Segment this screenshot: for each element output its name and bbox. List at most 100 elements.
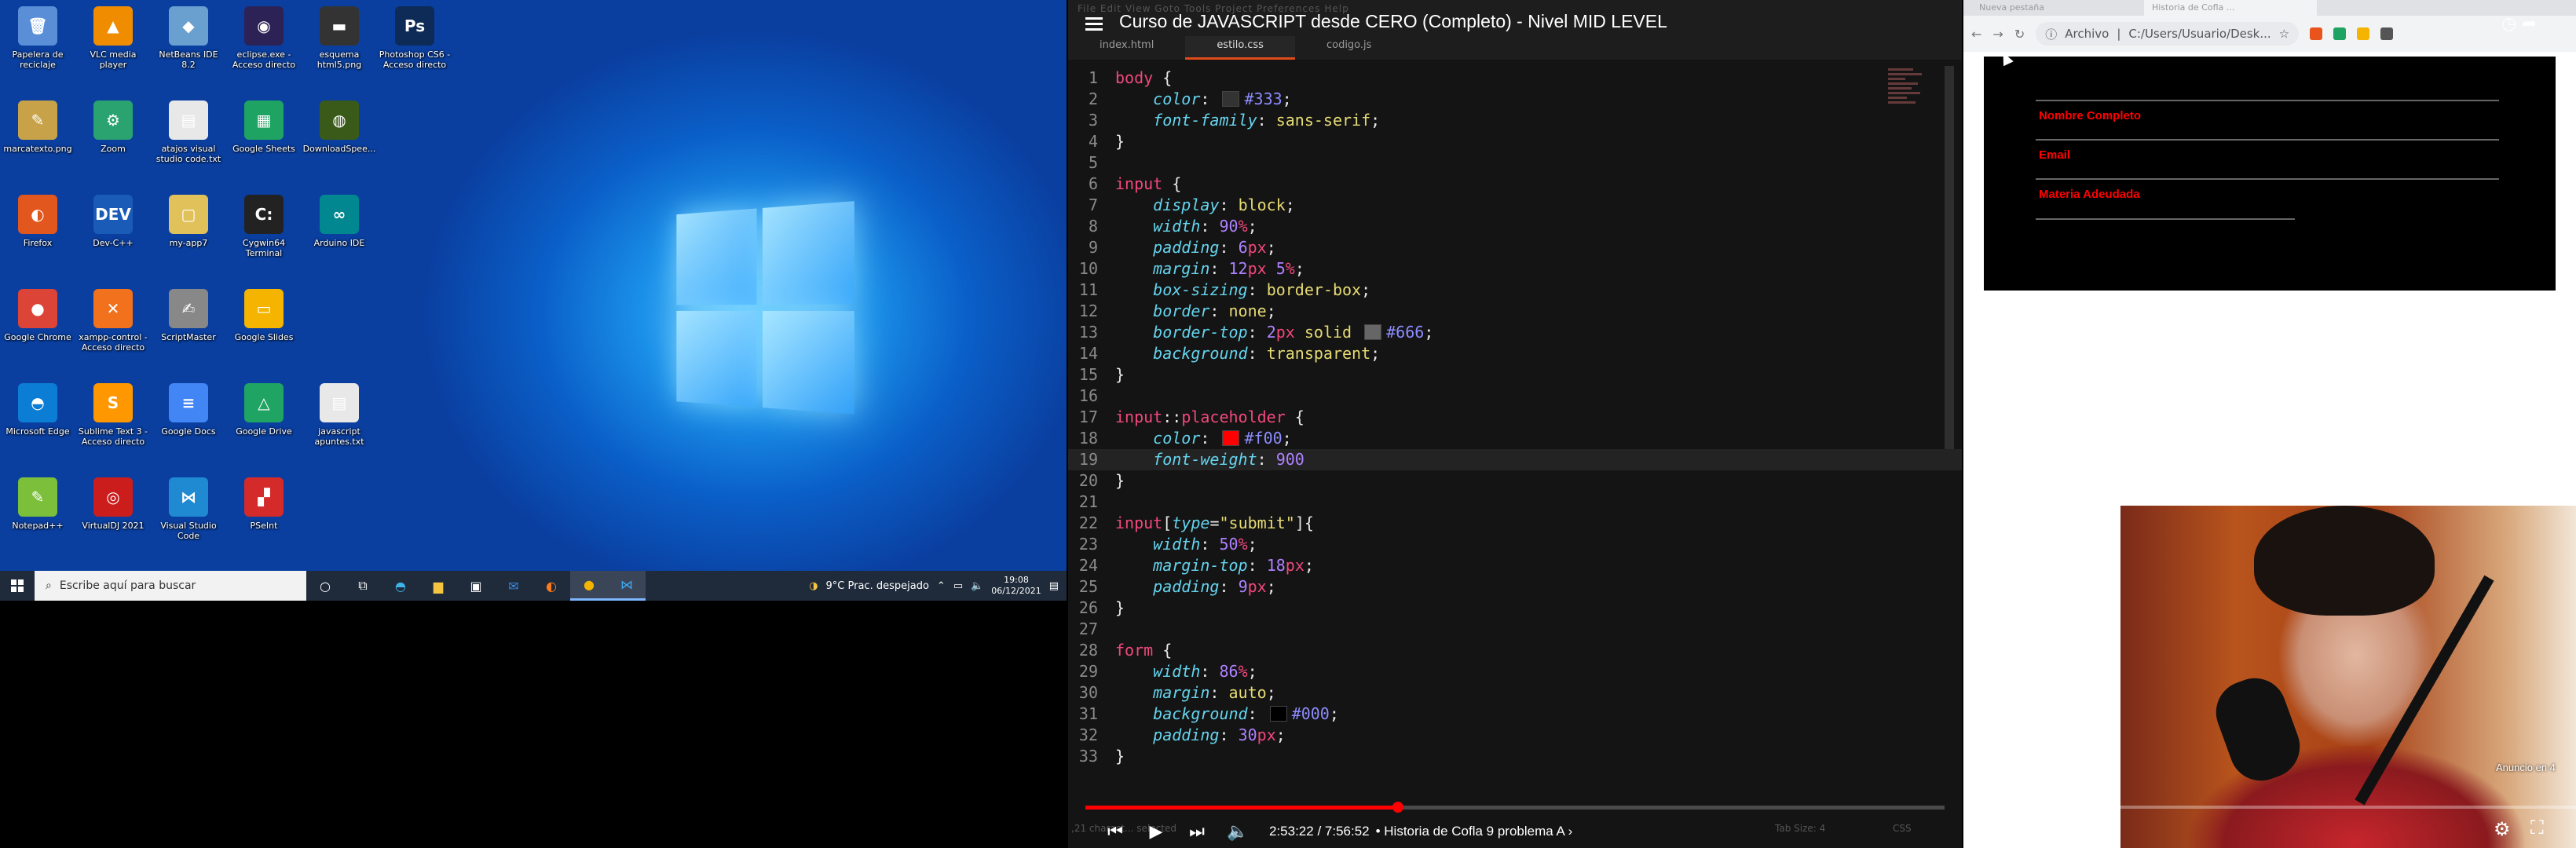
- video-progress-knob[interactable]: [1392, 802, 1403, 813]
- desktop-icon[interactable]: ▬ esquema html5.png: [302, 0, 377, 93]
- mail-icon[interactable]: ✉: [495, 571, 532, 601]
- code-line[interactable]: 30 margin: auto;: [1068, 682, 1962, 704]
- desktop-icon[interactable]: ◐ Firefox: [0, 188, 75, 281]
- editor-tab[interactable]: estilo.css: [1185, 36, 1295, 60]
- firefox-taskbar-icon[interactable]: ◐: [532, 571, 570, 601]
- desktop-icon[interactable]: ◎ VirtualDJ 2021: [75, 471, 151, 564]
- code-line[interactable]: 31 background: #000;: [1068, 704, 1962, 725]
- code-line[interactable]: 14 background: transparent;: [1068, 343, 1962, 364]
- browser-tab[interactable]: Nueva pestaña: [1971, 0, 2144, 16]
- next-icon[interactable]: ⏭: [1176, 815, 1217, 848]
- task-view-icon[interactable]: ⧉: [344, 571, 382, 601]
- desktop-icon[interactable]: ▦ Google Sheets: [226, 94, 302, 187]
- edge-taskbar-icon[interactable]: ◓: [382, 571, 419, 601]
- desktop-icon[interactable]: S Sublime Text 3 - Acceso directo: [75, 377, 151, 470]
- network-icon[interactable]: ▭: [953, 580, 963, 592]
- code-line[interactable]: 27: [1068, 619, 1962, 640]
- extension-icon-3[interactable]: [2357, 27, 2370, 40]
- desktop-icon[interactable]: ✍ ScriptMaster: [151, 283, 226, 375]
- extension-icon-4[interactable]: [2380, 27, 2394, 40]
- code-line[interactable]: 32 padding: 30px;: [1068, 725, 1962, 746]
- submit-input[interactable]: [2036, 218, 2295, 220]
- code-line[interactable]: 9 padding: 6px;: [1068, 237, 1962, 258]
- back-icon[interactable]: ←: [1971, 27, 1981, 42]
- code-line[interactable]: 12 border: none;: [1068, 301, 1962, 322]
- settings-gear-icon[interactable]: ⚙: [2494, 818, 2511, 840]
- desktop-icon[interactable]: ◆ NetBeans IDE 8.2: [151, 0, 226, 93]
- code-line[interactable]: 3 font-family: sans-serif;: [1068, 110, 1962, 131]
- store-icon[interactable]: ▣: [457, 571, 495, 601]
- code-line[interactable]: 29 width: 86%;: [1068, 661, 1962, 682]
- editor-tab[interactable]: codigo.js: [1295, 36, 1403, 60]
- code-line[interactable]: 15}: [1068, 364, 1962, 386]
- code-line[interactable]: 18 color: #f00;: [1068, 428, 1962, 449]
- desktop-icon[interactable]: DEV Dev-C++: [75, 188, 151, 281]
- bookmark-star-icon[interactable]: ☆: [2279, 27, 2289, 41]
- volume-icon[interactable]: 🔈: [971, 580, 983, 592]
- code-line[interactable]: 19 font-weight: 900: [1068, 449, 1962, 470]
- cortana-icon[interactable]: ○: [306, 571, 344, 601]
- desktop-icon[interactable]: 🗑 Papelera de reciclaje: [0, 0, 75, 93]
- code-line[interactable]: 8 width: 90%;: [1068, 216, 1962, 237]
- desktop-icon[interactable]: ∞ Arduino IDE: [302, 188, 377, 281]
- code-line[interactable]: 4}: [1068, 131, 1962, 152]
- desktop-icon[interactable]: ▭ Google Slides: [226, 283, 302, 375]
- code-line[interactable]: 24 margin-top: 18px;: [1068, 555, 1962, 576]
- code-line[interactable]: 1 body {: [1068, 68, 1962, 89]
- extension-icon-1[interactable]: [2310, 27, 2323, 40]
- code-line[interactable]: 26}: [1068, 598, 1962, 619]
- desktop-icon[interactable]: Ps Photoshop CS6 - Acceso directo: [377, 0, 452, 93]
- desktop-icon[interactable]: ✕ xampp-control - Acceso directo: [75, 283, 151, 375]
- code-line[interactable]: 6 input {: [1068, 174, 1962, 195]
- desktop-icon[interactable]: C: Cygwin64 Terminal: [226, 188, 302, 281]
- weather-text[interactable]: 9°C Prac. despejado: [826, 580, 929, 592]
- desktop-icon[interactable]: ◉ eclipse.exe - Acceso directo: [226, 0, 302, 93]
- file-explorer-icon[interactable]: ▆: [419, 571, 457, 601]
- code-line[interactable]: 25 padding: 9px;: [1068, 576, 1962, 598]
- form-input[interactable]: Email: [2036, 139, 2499, 162]
- code-line[interactable]: 22 input[type="submit"]{: [1068, 513, 1962, 534]
- code-line[interactable]: 20}: [1068, 470, 1962, 492]
- desktop-icon[interactable]: ▤ atajos visual studio code.txt: [151, 94, 226, 187]
- video-chapter[interactable]: • Historia de Cofla 9 problema A ›: [1376, 824, 1573, 839]
- code-line[interactable]: 13 border-top: 2px solid #666;: [1068, 322, 1962, 343]
- fullscreen-icon[interactable]: ⛶: [2530, 817, 2544, 839]
- code-line[interactable]: 10 margin: 12px 5%;: [1068, 258, 1962, 280]
- browser-tab[interactable]: Historia de Cofla ...: [2144, 0, 2317, 16]
- forward-icon[interactable]: →: [1992, 27, 2003, 42]
- video-progress-bar[interactable]: [1085, 802, 1945, 813]
- desktop-icon[interactable]: ✎ Notepad++: [0, 471, 75, 564]
- editor-tab[interactable]: index.html: [1068, 36, 1185, 60]
- code-line[interactable]: 16: [1068, 386, 1962, 407]
- desktop-icon[interactable]: ▢ my-app7: [151, 188, 226, 281]
- notification-icon[interactable]: ▤: [1049, 580, 1059, 592]
- menu-icon[interactable]: [1085, 17, 1103, 31]
- taskbar-clock[interactable]: 19:08 06/12/2021: [991, 575, 1041, 597]
- desktop-icon[interactable]: △ Google Drive: [226, 377, 302, 470]
- code-line[interactable]: 5: [1068, 152, 1962, 174]
- clock-icon[interactable]: ◷ ➦: [2501, 14, 2537, 34]
- chevron-up-icon[interactable]: ⌃: [937, 580, 946, 592]
- desktop-icon[interactable]: ⋈ Visual Studio Code: [151, 471, 226, 564]
- chrome-taskbar-icon[interactable]: ●: [570, 571, 608, 601]
- code-line[interactable]: 7 display: block;: [1068, 195, 1962, 216]
- taskbar-search-box[interactable]: ⌕ Escribe aquí para buscar: [35, 571, 306, 601]
- code-line[interactable]: 11 box-sizing: border-box;: [1068, 280, 1962, 301]
- code-line[interactable]: 21: [1068, 492, 1962, 513]
- desktop-icon[interactable]: ▤ javascript apuntes.txt: [302, 377, 377, 470]
- form-input[interactable]: Materia Adeudada: [2036, 178, 2499, 201]
- code-line[interactable]: 2 color: #333;: [1068, 89, 1962, 110]
- video-player[interactable]: File Edit View Goto Tools Project Prefer…: [1068, 0, 1962, 848]
- desktop-icon[interactable]: ◍ DownloadSpee...: [302, 94, 377, 187]
- desktop-icon[interactable]: ● Google Chrome: [0, 283, 75, 375]
- address-bar[interactable]: ⓘ Archivo | C:/Users/Usuario/Desk... ☆: [2036, 22, 2300, 46]
- code-line[interactable]: 23 width: 50%;: [1068, 534, 1962, 555]
- desktop-icon[interactable]: ✎ marcatexto.png: [0, 94, 75, 187]
- video-title[interactable]: Curso de JAVASCRIPT desde CERO (Completo…: [1119, 11, 1667, 32]
- extension-icon-2[interactable]: [2333, 27, 2347, 40]
- form-input[interactable]: Nombre Completo: [2036, 100, 2499, 122]
- reload-icon[interactable]: ↻: [2014, 27, 2025, 42]
- desktop-icon[interactable]: ▞ PSeInt: [226, 471, 302, 564]
- start-button[interactable]: [0, 571, 35, 601]
- desktop-icon[interactable]: ◓ Microsoft Edge: [0, 377, 75, 470]
